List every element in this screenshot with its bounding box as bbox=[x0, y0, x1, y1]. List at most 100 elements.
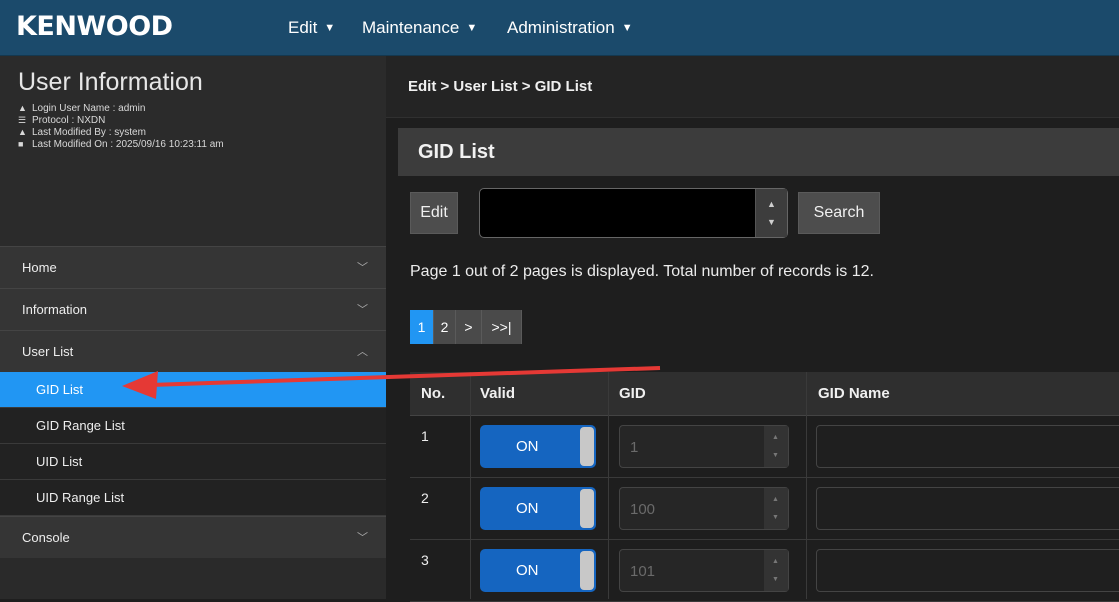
edit-button[interactable]: Edit bbox=[410, 192, 458, 234]
breadcrumb-bar: Edit > User List > GID List bbox=[386, 56, 1119, 118]
gid-field[interactable]: 1 ▲ ▼ bbox=[619, 425, 789, 468]
user-info-panel: User Information ▲ Login User Name : admi… bbox=[0, 56, 386, 246]
sidebar-item-label: User List bbox=[22, 344, 74, 359]
chevron-down-icon: ﹀ bbox=[357, 262, 368, 274]
chevron-up-icon: ︿ bbox=[357, 346, 368, 358]
panel-header: GID List bbox=[398, 128, 1119, 176]
menu-maintenance-label: Maintenance bbox=[362, 18, 460, 37]
modified-on-text: Last Modified On : 2025/09/16 10:23:11 a… bbox=[32, 139, 224, 150]
caret-down-icon: ▼ bbox=[324, 22, 336, 34]
modified-by-line: ▲ Last Modified By : system bbox=[18, 127, 146, 138]
col-header-gid: GID bbox=[619, 385, 646, 402]
kenwood-logo: KENWOOD bbox=[16, 11, 173, 42]
column-divider bbox=[470, 372, 471, 599]
protocol-text: Protocol : NXDN bbox=[32, 115, 106, 126]
table-row: 1 ON 1 ▲ ▼ bbox=[410, 416, 1119, 478]
search-input[interactable]: ▲ ▼ bbox=[479, 188, 788, 238]
gid-value: 101 bbox=[630, 563, 656, 580]
gid-name-field[interactable] bbox=[816, 487, 1119, 530]
search-spinner[interactable]: ▲ ▼ bbox=[755, 189, 787, 237]
row-number: 2 bbox=[421, 490, 429, 506]
sidebar-subitem-uid-range-list[interactable]: UID Range List bbox=[0, 480, 386, 516]
spin-up-icon[interactable]: ▲ bbox=[772, 434, 779, 441]
login-user-line: ▲ Login User Name : admin bbox=[18, 103, 145, 114]
toggle-knob bbox=[580, 489, 594, 528]
protocol-line: ☰ Protocol : NXDN bbox=[18, 115, 105, 126]
sidebar-item-label: Home bbox=[22, 260, 57, 275]
list-icon: ☰ bbox=[18, 115, 27, 125]
col-header-gid-name: GID Name bbox=[818, 385, 890, 402]
breadcrumb: Edit > User List > GID List bbox=[408, 78, 593, 95]
col-header-no: No. bbox=[421, 385, 446, 402]
table-row: 3 ON 101 ▲ ▼ bbox=[410, 540, 1119, 602]
table-header: No. Valid GID GID Name bbox=[410, 372, 1119, 416]
sidebar-nav: Home ﹀ Information ﹀ User List ︿ GID List G… bbox=[0, 246, 386, 558]
page-title: GID List bbox=[418, 141, 495, 163]
sidebar-item-label: Console bbox=[22, 530, 70, 545]
page-2-button[interactable]: 2 bbox=[434, 310, 456, 344]
menu-maintenance[interactable]: Maintenance ▼ bbox=[362, 18, 477, 38]
user-icon: ▲ bbox=[18, 127, 27, 137]
gid-value: 1 bbox=[630, 439, 639, 456]
sidebar-item-home[interactable]: Home ﹀ bbox=[0, 246, 386, 288]
table-row: 2 ON 100 ▲ ▼ bbox=[410, 478, 1119, 540]
row-number: 3 bbox=[421, 552, 429, 568]
sidebar-subitem-gid-range-list[interactable]: GID Range List bbox=[0, 408, 386, 444]
sidebar-subitem-gid-list[interactable]: GID List bbox=[0, 372, 386, 408]
row-number: 1 bbox=[421, 428, 429, 444]
spin-up-icon[interactable]: ▲ bbox=[772, 558, 779, 565]
col-header-valid: Valid bbox=[480, 385, 516, 402]
sidebar-item-information[interactable]: Information ﹀ bbox=[0, 288, 386, 330]
spin-down-icon[interactable]: ▼ bbox=[772, 576, 779, 583]
menu-administration-label: Administration bbox=[507, 18, 615, 37]
toggle-label: ON bbox=[516, 438, 539, 455]
sidebar-subitem-label: GID List bbox=[36, 382, 83, 397]
toggle-label: ON bbox=[516, 562, 539, 579]
search-button[interactable]: Search bbox=[798, 192, 880, 234]
sidebar: User Information ▲ Login User Name : admi… bbox=[0, 56, 386, 599]
calendar-icon: ■ bbox=[18, 139, 24, 149]
last-page-button[interactable]: >>| bbox=[482, 310, 522, 344]
toggle-knob bbox=[580, 551, 594, 590]
spin-down-icon[interactable]: ▼ bbox=[767, 217, 776, 227]
gid-name-field[interactable] bbox=[816, 425, 1119, 468]
sidebar-subitem-label: GID Range List bbox=[36, 418, 125, 433]
toggle-knob bbox=[580, 427, 594, 466]
chevron-down-icon: ﹀ bbox=[357, 304, 368, 316]
gid-table: No. Valid GID GID Name 1 ON 1 ▲ ▼ 2 ON 100… bbox=[410, 372, 1119, 602]
chevron-down-icon: ﹀ bbox=[357, 532, 368, 544]
valid-toggle[interactable]: ON bbox=[480, 549, 596, 592]
page-1-button[interactable]: 1 bbox=[410, 310, 434, 344]
gid-field[interactable]: 100 ▲ ▼ bbox=[619, 487, 789, 530]
gid-spinner[interactable]: ▲ ▼ bbox=[764, 488, 788, 529]
main-content: Edit > User List > GID List GID List Edi… bbox=[386, 56, 1119, 602]
sidebar-item-user-list[interactable]: User List ︿ bbox=[0, 330, 386, 372]
menu-edit-label: Edit bbox=[288, 18, 318, 37]
spin-up-icon[interactable]: ▲ bbox=[767, 199, 776, 209]
spin-down-icon[interactable]: ▼ bbox=[772, 452, 779, 459]
sidebar-item-label: Information bbox=[22, 302, 88, 317]
spin-down-icon[interactable]: ▼ bbox=[772, 514, 779, 521]
sidebar-subitem-uid-list[interactable]: UID List bbox=[0, 444, 386, 480]
next-page-button[interactable]: > bbox=[456, 310, 482, 344]
user-icon: ▲ bbox=[18, 103, 27, 113]
gid-value: 100 bbox=[630, 501, 656, 518]
sidebar-item-console[interactable]: Console ﹀ bbox=[0, 516, 386, 558]
menu-administration[interactable]: Administration ▼ bbox=[507, 18, 633, 38]
menu-edit[interactable]: Edit ▼ bbox=[288, 18, 335, 38]
valid-toggle[interactable]: ON bbox=[480, 425, 596, 468]
gid-name-field[interactable] bbox=[816, 549, 1119, 592]
records-status-text: Page 1 out of 2 pages is displayed. Tota… bbox=[410, 263, 874, 280]
modified-by-text: Last Modified By : system bbox=[32, 127, 146, 138]
gid-field[interactable]: 101 ▲ ▼ bbox=[619, 549, 789, 592]
valid-toggle[interactable]: ON bbox=[480, 487, 596, 530]
toggle-label: ON bbox=[516, 500, 539, 517]
spin-up-icon[interactable]: ▲ bbox=[772, 496, 779, 503]
sidebar-subitem-label: UID Range List bbox=[36, 490, 125, 505]
pagination: 1 2 > >>| bbox=[410, 310, 522, 344]
gid-spinner[interactable]: ▲ ▼ bbox=[764, 426, 788, 467]
top-nav-bar: KENWOOD Edit ▼ Maintenance ▼ Administratio… bbox=[0, 0, 1119, 56]
gid-spinner[interactable]: ▲ ▼ bbox=[764, 550, 788, 591]
caret-down-icon: ▼ bbox=[466, 22, 478, 34]
caret-down-icon: ▼ bbox=[621, 22, 633, 34]
